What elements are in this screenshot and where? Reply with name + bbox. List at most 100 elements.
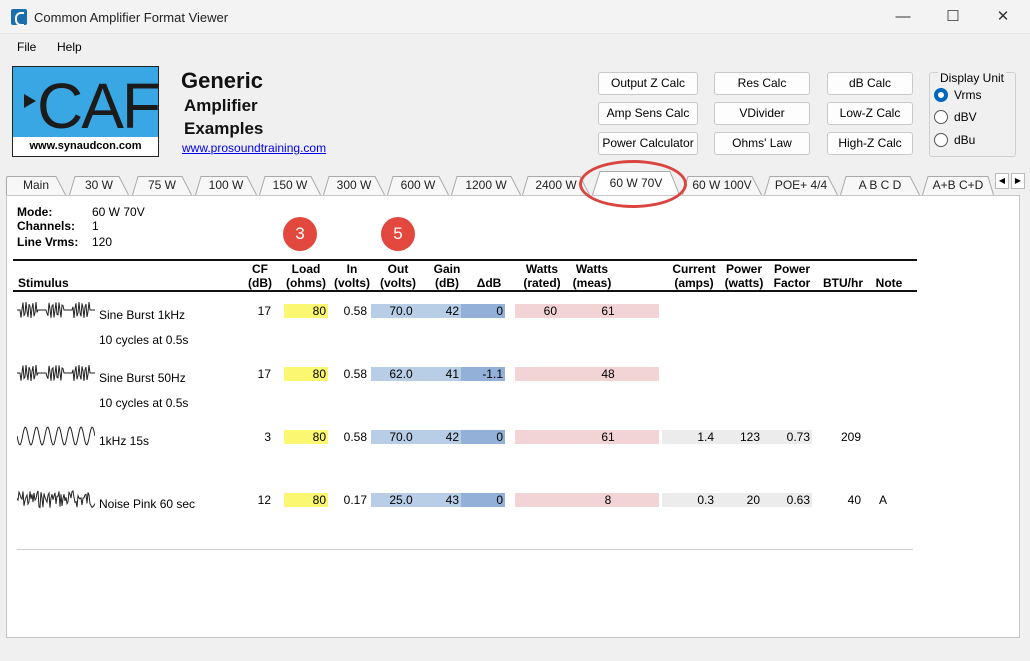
content-panel: Mode: 60 W 70V Channels: 1 Line Vrms: 12… <box>6 195 1020 638</box>
radio-vrms-label[interactable]: Vrms <box>954 88 982 102</box>
output-z-calc-button[interactable]: Output Z Calc <box>598 72 698 95</box>
tab-ab-cd[interactable]: A+B C+D <box>922 176 994 195</box>
radio-dbv-label[interactable]: dBV <box>954 110 977 124</box>
cell-load: 80 <box>284 493 328 507</box>
cell-current <box>662 304 716 318</box>
tab-30w[interactable]: 30 W <box>69 176 129 195</box>
table-header-bottom-border <box>13 290 917 292</box>
prosound-link[interactable]: www.prosoundtraining.com <box>182 141 326 155</box>
cell-btu: 209 <box>815 430 863 444</box>
radio-vrms[interactable] <box>934 88 948 102</box>
amp-sens-calc-button[interactable]: Amp Sens Calc <box>598 102 698 125</box>
cell-pf <box>762 367 812 381</box>
tab-100w[interactable]: 100 W <box>195 176 257 195</box>
vdivider-button[interactable]: VDivider <box>714 102 810 125</box>
cell-btu <box>815 367 863 381</box>
stimulus-label: 1kHz 15s <box>99 434 150 448</box>
callout-badge-5: 5 <box>381 217 415 251</box>
logo-letters: CAF <box>37 70 161 142</box>
channels-value: 1 <box>92 219 99 233</box>
ohms-law-button[interactable]: Ohms' Law <box>714 132 810 155</box>
cell-cf: 12 <box>243 493 273 507</box>
cell-watts-meas: 61 <box>559 430 659 444</box>
cell-gain: 42 <box>433 430 461 444</box>
table-bottom-line <box>17 549 913 550</box>
col-in: In (volts) <box>334 262 370 290</box>
cell-current: 1.4 <box>662 430 716 444</box>
tab-abcd[interactable]: A B C D <box>840 176 920 195</box>
logo-site: www.synaudcon.com <box>13 137 158 156</box>
high-z-calc-button[interactable]: High-Z Calc <box>827 132 913 155</box>
tab-scroll-right-icon[interactable]: ▶ <box>1011 173 1025 189</box>
cell-out: 70.0 <box>371 304 433 318</box>
minimize-button[interactable]: — <box>880 4 926 30</box>
cell-watts-rated <box>515 493 559 507</box>
tab-150w[interactable]: 150 W <box>259 176 321 195</box>
db-calc-button[interactable]: dB Calc <box>827 72 913 95</box>
cell-load: 80 <box>284 367 328 381</box>
radio-dbv[interactable] <box>934 110 948 124</box>
cell-note: A <box>879 493 893 507</box>
stimulus-sublabel: 10 cycles at 0.5s <box>99 396 189 410</box>
noise-waveform-icon <box>16 488 96 513</box>
cell-in: 0.58 <box>329 367 369 381</box>
tab-600w[interactable]: 600 W <box>387 176 449 195</box>
low-z-calc-button[interactable]: Low-Z Calc <box>827 102 913 125</box>
cell-btu <box>815 304 863 318</box>
channels-label: Channels: <box>17 219 76 233</box>
col-stimulus: Stimulus <box>18 276 69 290</box>
menu-file[interactable]: File <box>17 40 36 54</box>
line-vrms-value: 120 <box>92 235 113 249</box>
cell-power <box>716 304 762 318</box>
cell-watts-meas: 8 <box>559 493 659 507</box>
col-ddb: ΔdB <box>476 276 502 290</box>
stimulus-label: Noise Pink 60 sec <box>99 497 196 511</box>
cell-watts-rated: 60 <box>515 304 559 318</box>
display-unit-group: Display Unit Vrms dBV dBu <box>929 71 1016 157</box>
tab-1200w[interactable]: 1200 W <box>451 176 521 195</box>
radio-dbu[interactable] <box>934 133 948 147</box>
heading-line2: Amplifier <box>184 96 258 115</box>
cell-load: 80 <box>284 304 328 318</box>
cell-in: 0.17 <box>329 493 369 507</box>
radio-dbu-label[interactable]: dBu <box>954 133 975 147</box>
cell-cf: 17 <box>243 304 273 318</box>
sine-waveform-icon <box>16 425 96 450</box>
power-calculator-button[interactable]: Power Calculator <box>598 132 698 155</box>
cell-pf <box>762 304 812 318</box>
title-bar: Common Amplifier Format Viewer — ☐ ✕ <box>0 0 1030 34</box>
col-out: Out (volts) <box>380 262 416 290</box>
app-icon <box>11 9 27 26</box>
cell-gain: 43 <box>433 493 461 507</box>
tab-300w[interactable]: 300 W <box>323 176 385 195</box>
cell-load: 80 <box>284 430 328 444</box>
close-button[interactable]: ✕ <box>980 4 1026 30</box>
maximize-button[interactable]: ☐ <box>930 4 976 30</box>
tab-60w-100v[interactable]: 60 W 100V <box>682 176 762 195</box>
burst-waveform-icon <box>17 299 95 324</box>
col-btu: BTU/hr <box>823 276 863 290</box>
tab-scroll-left-icon[interactable]: ◀ <box>995 173 1009 189</box>
res-calc-button[interactable]: Res Calc <box>714 72 810 95</box>
col-gain: Gain (dB) <box>433 262 461 290</box>
cell-gain: 42 <box>433 304 461 318</box>
tab-poe[interactable]: POE+ 4/4 <box>764 176 838 195</box>
menu-help[interactable]: Help <box>57 40 82 54</box>
window-title: Common Amplifier Format Viewer <box>34 10 229 25</box>
cell-in: 0.58 <box>329 304 369 318</box>
tab-75w[interactable]: 75 W <box>132 176 192 195</box>
caf-logo: CAF www.synaudcon.com <box>12 66 161 157</box>
cell-out: 62.0 <box>371 367 433 381</box>
cell-power: 20 <box>716 493 762 507</box>
stimulus-label: Sine Burst 1kHz <box>99 308 186 322</box>
cell-btu: 40 <box>815 493 863 507</box>
cell-note <box>879 367 893 381</box>
tab-main[interactable]: Main <box>6 176 66 195</box>
col-note: Note <box>875 276 903 290</box>
cell-watts-meas: 48 <box>559 367 659 381</box>
display-unit-title: Display Unit <box>938 71 1007 85</box>
cell-out: 25.0 <box>371 493 433 507</box>
mode-value: 60 W 70V <box>92 205 145 219</box>
cell-watts-rated <box>515 430 559 444</box>
col-current: Current (amps) <box>672 262 716 290</box>
